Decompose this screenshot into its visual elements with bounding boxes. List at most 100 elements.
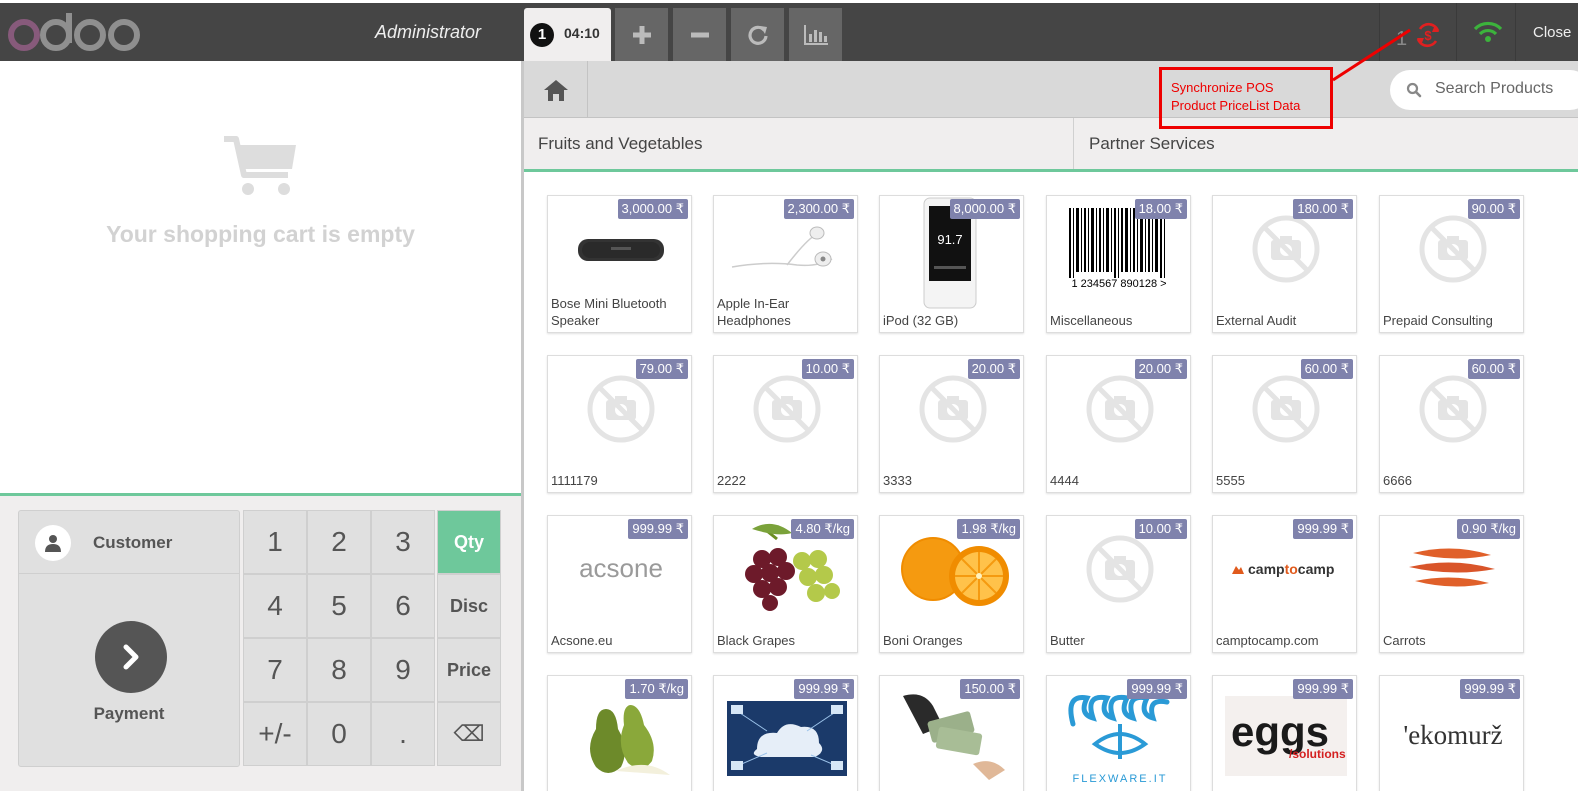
product-card[interactable]: FLEXWARE.IT 999.99 ₹ xyxy=(1046,675,1191,791)
acsone-logo-text: acsone xyxy=(579,553,663,583)
numpad-key-1[interactable]: 1 xyxy=(243,510,307,574)
payment-button[interactable] xyxy=(95,621,167,693)
product-card[interactable]: 'ekomurž 999.99 ₹ xyxy=(1379,675,1524,791)
product-card[interactable]: 10.00 ₹ 2222 xyxy=(713,355,858,493)
product-name: 2222 xyxy=(717,473,746,488)
category-fruits-and-vegetables[interactable]: Fruits and Vegetables xyxy=(524,118,1073,169)
plus-minus-key[interactable]: +/- xyxy=(243,702,307,766)
product-card[interactable]: 79.00 ₹ 1111179 xyxy=(547,355,692,493)
refresh-button[interactable] xyxy=(731,8,784,62)
order-time: 04:10 xyxy=(564,25,600,41)
product-grid: 3,000.00 ₹ Bose Mini Bluetooth Speaker 2… xyxy=(524,175,1578,791)
username: Administrator xyxy=(375,22,482,42)
product-card[interactable]: 60.00 ₹ 5555 xyxy=(1212,355,1357,493)
product-name: 6666 xyxy=(1383,473,1412,488)
report-button[interactable] xyxy=(789,8,842,62)
order-number-badge: 1 xyxy=(530,23,554,47)
product-card[interactable]: 150.00 ₹ xyxy=(879,675,1024,791)
product-name: 5555 xyxy=(1216,473,1245,488)
product-name: Carrots xyxy=(1383,633,1426,648)
new-order-button[interactable] xyxy=(615,8,668,62)
search-input[interactable]: Search Products xyxy=(1390,70,1578,110)
product-price: 79.00 ₹ xyxy=(635,359,688,379)
shopping-cart-icon xyxy=(224,136,296,195)
product-card[interactable]: 90.00 ₹ Prepaid Consulting xyxy=(1379,195,1524,333)
product-name: Butter xyxy=(1050,633,1085,648)
product-price: 60.00 ₹ xyxy=(1300,359,1353,379)
product-name: Prepaid Consulting xyxy=(1383,313,1493,328)
numpad-key-0[interactable]: 0 xyxy=(307,702,371,766)
search-icon xyxy=(1406,82,1422,98)
numpad-key-9[interactable]: 9 xyxy=(371,638,435,702)
numpad-key-4[interactable]: 4 xyxy=(243,574,307,638)
product-card[interactable]: 20.00 ₹ 3333 xyxy=(879,355,1024,493)
qty-mode-button[interactable]: Qty xyxy=(437,510,501,574)
numpad-key-6[interactable]: 6 xyxy=(371,574,435,638)
product-price: 999.99 ₹ xyxy=(1293,519,1353,539)
product-price: 150.00 ₹ xyxy=(960,679,1020,699)
product-card[interactable]: 60.00 ₹ 6666 xyxy=(1379,355,1524,493)
product-card[interactable]: 10.00 ₹ Butter xyxy=(1046,515,1191,653)
numpad-key-5[interactable]: 5 xyxy=(307,574,371,638)
refresh-icon xyxy=(747,25,768,45)
order-pane: Your shopping cart is empty Customer Pay… xyxy=(0,61,521,791)
product-card[interactable]: camptocamp 999.99 ₹ camptocamp.com xyxy=(1212,515,1357,653)
payment-label: Payment xyxy=(93,704,165,723)
product-name: Acsone.eu xyxy=(551,633,613,648)
eggs-solutions-logo: eggs /solutions xyxy=(1224,696,1347,776)
no-image-icon xyxy=(1086,375,1153,442)
product-card[interactable]: 180.00 ₹ External Audit xyxy=(1212,195,1357,333)
decimal-key[interactable]: . xyxy=(371,702,435,766)
no-image-icon xyxy=(587,375,654,442)
no-image-icon xyxy=(1086,535,1153,602)
product-card[interactable]: 3,000.00 ₹ Bose Mini Bluetooth Speaker xyxy=(547,195,692,333)
product-price: 1.98 ₹/kg xyxy=(957,519,1020,539)
product-card[interactable]: 1.70 ₹/kg xyxy=(547,675,692,791)
product-card[interactable]: 4.80 ₹/kg Black Grapes xyxy=(713,515,858,653)
product-card[interactable]: acsone 999.99 ₹ Acsone.eu xyxy=(547,515,692,653)
minus-icon xyxy=(690,32,709,38)
top-bar: Administrator 1 04:10 1 $ Close xyxy=(0,3,1578,62)
numpad-key-2[interactable]: 2 xyxy=(307,510,371,574)
carrots-image xyxy=(1408,547,1495,587)
product-name: Bose Mini Bluetooth Speaker xyxy=(551,296,667,328)
product-card[interactable]: 1 234567 890128 > 18.00 ₹ Miscellaneous xyxy=(1046,195,1191,333)
product-screen: Search Products Fruits and Vegetables Pa… xyxy=(524,61,1578,791)
customer-button[interactable]: Customer xyxy=(19,511,239,574)
numpad-key-8[interactable]: 8 xyxy=(307,638,371,702)
product-name: 4444 xyxy=(1050,473,1079,488)
numpad-key-7[interactable]: 7 xyxy=(243,638,307,702)
product-card[interactable]: eggs /solutions 999.99 ₹ xyxy=(1212,675,1357,791)
money-image xyxy=(902,694,1005,780)
product-price: 999.99 ₹ xyxy=(628,519,688,539)
product-card[interactable]: 1.98 ₹/kg Boni Oranges xyxy=(879,515,1024,653)
actionpad: Customer Payment xyxy=(18,510,240,767)
product-price: 999.99 ₹ xyxy=(1127,679,1187,699)
product-name: 1111179 xyxy=(551,473,598,488)
no-image-icon xyxy=(1419,215,1486,282)
no-image-icon xyxy=(919,375,986,442)
odoo-logo xyxy=(8,13,140,51)
separator xyxy=(1456,3,1457,61)
sync-pricelist-icon[interactable]: $ xyxy=(1414,21,1442,49)
delete-order-button[interactable] xyxy=(673,8,726,62)
disc-mode-button[interactable]: Disc xyxy=(437,574,501,638)
camptocamp-logo: camptocamp xyxy=(1231,561,1334,577)
pos-screen: { "header": { "user": "Administrator", "… xyxy=(0,0,1578,791)
product-price: 20.00 ₹ xyxy=(967,359,1020,379)
product-card[interactable]: 0.90 ₹/kg Carrots xyxy=(1379,515,1524,653)
svg-text:1 234567 890128 >: 1 234567 890128 > xyxy=(1071,278,1166,290)
separator xyxy=(1515,3,1516,61)
product-card[interactable]: 999.99 ₹ xyxy=(713,675,858,791)
no-image-icon xyxy=(1252,375,1319,442)
order-tab[interactable]: 1 04:10 xyxy=(524,8,611,62)
product-card[interactable]: 2,300.00 ₹ Apple In-Ear Headphones xyxy=(713,195,858,333)
home-category-button[interactable] xyxy=(524,61,588,118)
acsone-logo: acsone xyxy=(579,553,663,583)
product-card[interactable]: 20.00 ₹ 4444 xyxy=(1046,355,1191,493)
price-mode-button[interactable]: Price xyxy=(437,638,501,702)
backspace-key[interactable]: ⌫ xyxy=(437,702,501,766)
numpad-key-3[interactable]: 3 xyxy=(371,510,435,574)
product-card[interactable]: 91.7 8,000.00 ₹ iPod (32 GB) xyxy=(879,195,1024,333)
close-button[interactable]: Close xyxy=(1533,24,1571,41)
